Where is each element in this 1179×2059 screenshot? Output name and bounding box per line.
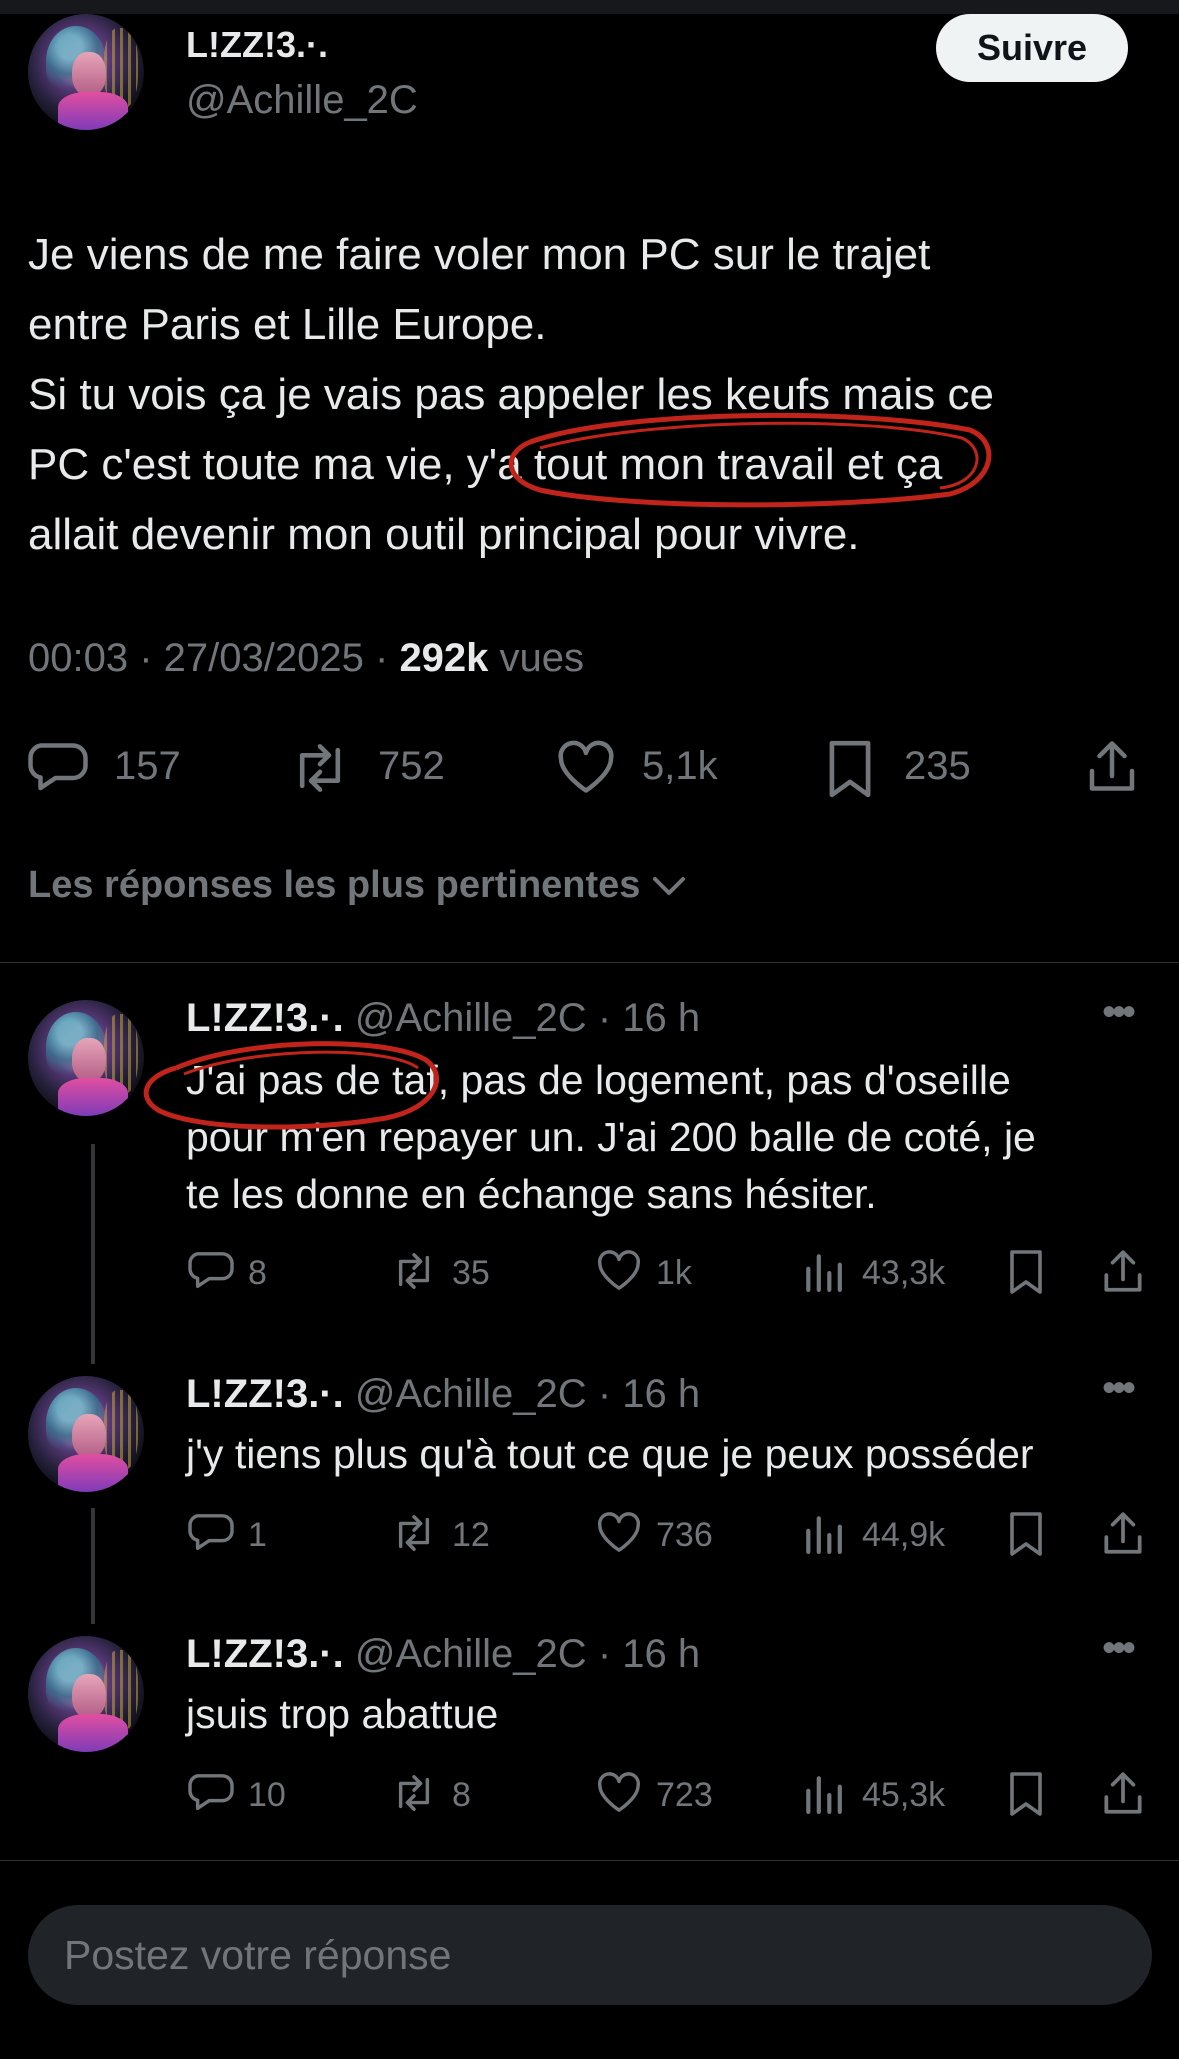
reply-icon[interactable]	[188, 1512, 234, 1554]
reply-header: L!ZZ!3.·. @Achille_2C · 16 h	[186, 1632, 701, 1676]
bookmark-count: 235	[904, 744, 971, 788]
reply-text: j'y tiens plus qu'à tout ce que je peux …	[186, 1426, 1034, 1483]
views-icon[interactable]	[802, 1250, 844, 1292]
tweet-time: 00:03	[28, 636, 129, 680]
repost-count: 35	[452, 1254, 490, 1292]
author-avatar[interactable]	[28, 14, 144, 130]
repost-icon[interactable]	[388, 1772, 440, 1814]
reply-icon[interactable]	[28, 740, 88, 796]
repost-count: 752	[378, 744, 445, 788]
share-icon[interactable]	[1102, 1768, 1144, 1818]
reply-header: L!ZZ!3.·. @Achille_2C · 16 h	[186, 996, 701, 1040]
thread-connector	[91, 1144, 95, 1364]
divider	[0, 962, 1179, 963]
replies-sort-dropdown[interactable]: Les réponses les plus pertinentes	[28, 864, 687, 907]
tweet-text: Je viens de me faire voler mon PC sur le…	[28, 220, 1148, 570]
reply-timestamp: 16 h	[622, 996, 701, 1040]
reply-author-name[interactable]: L!ZZ!3.·.	[186, 1632, 344, 1676]
views-label: vues	[499, 636, 585, 680]
repost-icon[interactable]	[286, 740, 354, 796]
more-options-icon[interactable]: •••	[1102, 1366, 1136, 1411]
like-count: 5,1k	[642, 744, 718, 788]
tweet-date: 27/03/2025	[163, 636, 364, 680]
views-icon[interactable]	[802, 1512, 844, 1554]
reply-text-line: J'ai pas de taf, pas de logement, pas d'…	[186, 1057, 1011, 1103]
reply-count: 157	[114, 744, 181, 788]
share-icon[interactable]	[1102, 1246, 1144, 1296]
views-icon[interactable]	[802, 1772, 844, 1814]
tweet-meta: 00:03 · 27/03/2025 · 292k vues	[28, 636, 585, 680]
reply-text-line: j'y tiens plus qu'à tout ce que je peux …	[186, 1431, 1034, 1477]
like-icon[interactable]	[596, 1250, 642, 1292]
reply-icon[interactable]	[188, 1250, 234, 1292]
reply-author-name[interactable]: L!ZZ!3.·.	[186, 996, 344, 1040]
reply-header: L!ZZ!3.·. @Achille_2C · 16 h	[186, 1372, 701, 1416]
reply-author-handle[interactable]: @Achille_2C	[355, 996, 587, 1040]
reply-text-line: te les donne en échange sans hésiter.	[186, 1171, 877, 1217]
views-count: 44,9k	[862, 1516, 946, 1554]
author-display-name[interactable]: L!ZZ!3.·.	[186, 24, 328, 66]
tweet-text-line: PC c'est toute ma vie, y'a tout mon trav…	[28, 440, 943, 489]
like-icon[interactable]	[596, 1772, 642, 1814]
reply-text-line: pour m'en repayer un. J'ai 200 balle de …	[186, 1114, 1036, 1160]
bookmark-icon[interactable]	[1008, 1510, 1044, 1558]
like-icon[interactable]	[596, 1512, 642, 1554]
tweet-text-line: allait devenir mon outil principal pour …	[28, 510, 860, 559]
reply-author-handle[interactable]: @Achille_2C	[355, 1372, 587, 1416]
reply-avatar[interactable]	[28, 1636, 144, 1752]
tweet-text-line: entre Paris et Lille Europe.	[28, 300, 547, 349]
reply-timestamp: 16 h	[622, 1632, 701, 1676]
reply-input[interactable]: Postez votre réponse	[28, 1905, 1152, 2005]
repost-icon[interactable]	[388, 1512, 440, 1554]
reply-text: J'ai pas de taf, pas de logement, pas d'…	[186, 1052, 1036, 1223]
reply-avatar[interactable]	[28, 1000, 144, 1116]
divider	[0, 1860, 1179, 1861]
reply-author-name[interactable]: L!ZZ!3.·.	[186, 1372, 344, 1416]
bookmark-icon[interactable]	[1008, 1770, 1044, 1818]
reply-text: jsuis trop abattue	[186, 1686, 498, 1743]
reply-icon[interactable]	[188, 1772, 234, 1814]
reply-count: 8	[248, 1254, 267, 1292]
reply-count: 1	[248, 1516, 267, 1554]
bookmark-icon[interactable]	[826, 738, 874, 800]
views-count: 43,3k	[862, 1254, 946, 1292]
like-icon[interactable]	[556, 740, 616, 796]
reply-text-line: jsuis trop abattue	[186, 1691, 499, 1737]
share-icon[interactable]	[1102, 1508, 1144, 1558]
more-options-icon[interactable]: •••	[1102, 1626, 1136, 1671]
like-count: 723	[656, 1776, 713, 1814]
chevron-down-icon	[651, 875, 687, 899]
repost-count: 8	[452, 1776, 471, 1814]
reply-count: 10	[248, 1776, 286, 1814]
thread-connector	[91, 1508, 95, 1624]
repost-icon[interactable]	[388, 1250, 440, 1292]
tweet-text-line: Si tu vois ça je vais pas appeler les ke…	[28, 370, 995, 419]
bookmark-icon[interactable]	[1008, 1248, 1044, 1296]
like-count: 736	[656, 1516, 713, 1554]
follow-button[interactable]: Suivre	[936, 14, 1128, 82]
more-options-icon[interactable]: •••	[1102, 990, 1136, 1035]
replies-sort-label: Les réponses les plus pertinentes	[28, 864, 641, 906]
views-count: 45,3k	[862, 1776, 946, 1814]
reply-author-handle[interactable]: @Achille_2C	[355, 1632, 587, 1676]
share-icon[interactable]	[1086, 736, 1138, 796]
status-strip	[0, 0, 1179, 14]
reply-timestamp: 16 h	[622, 1372, 701, 1416]
author-handle[interactable]: @Achille_2C	[186, 78, 418, 123]
tweet-text-line: Je viens de me faire voler mon PC sur le…	[28, 230, 931, 279]
repost-count: 12	[452, 1516, 490, 1554]
like-count: 1k	[656, 1254, 692, 1292]
views-count: 292k	[399, 636, 489, 680]
reply-avatar[interactable]	[28, 1376, 144, 1492]
